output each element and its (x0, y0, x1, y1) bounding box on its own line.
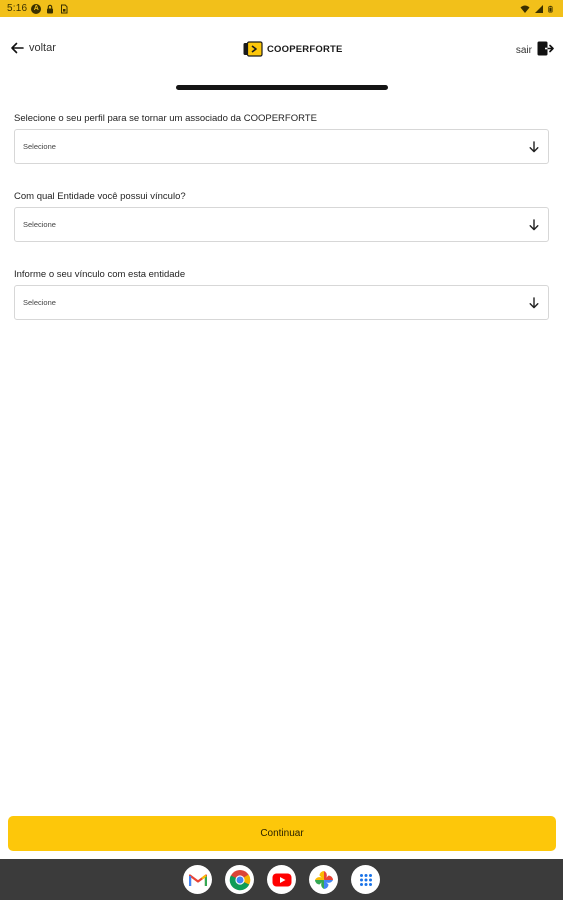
status-bar-left: 5:16 A (7, 3, 69, 14)
back-button[interactable]: voltar (10, 42, 56, 54)
youtube-icon[interactable] (267, 865, 296, 894)
continue-button[interactable]: Continuar (8, 816, 556, 851)
bond-field-label: Informe o seu vínculo com esta entidade (14, 269, 186, 280)
lock-icon (47, 4, 54, 13)
photos-icon[interactable] (309, 865, 338, 894)
grid-dots-icon (359, 873, 372, 886)
logo-text: COOPERFORTE (267, 43, 343, 55)
sim-card-icon (61, 4, 68, 13)
profile-field-label: Selecione o seu perfil para se tornar um… (14, 113, 317, 124)
chrome-icon[interactable] (225, 865, 254, 894)
entity-field-label: Com qual Entidade você possui vínculo? (14, 191, 186, 202)
entity-select[interactable]: Selecione (14, 207, 549, 242)
cooperforte-logo: COOPERFORTE (243, 41, 343, 57)
status-bar-right (520, 4, 555, 14)
logo-mark-icon (243, 41, 263, 57)
profile-select[interactable]: Selecione (14, 129, 549, 164)
header-divider (176, 85, 388, 90)
chrome-glyph-icon (229, 869, 250, 890)
status-bar: 5:16 A (0, 0, 563, 17)
logout-icon (537, 41, 554, 56)
arrow-down-icon (529, 140, 539, 152)
status-time: 5:16 (7, 3, 28, 14)
exit-label: sair (515, 44, 532, 56)
photos-glyph-icon (314, 870, 333, 889)
entity-select-value: Selecione (23, 220, 56, 229)
app-header: voltar COOPERFORTE sair (0, 32, 563, 68)
notification-badge-icon: A (31, 3, 42, 14)
gmail-glyph-icon (188, 873, 207, 886)
back-label: voltar (29, 42, 56, 54)
exit-button[interactable]: sair (516, 41, 554, 56)
arrow-down-icon (529, 296, 539, 308)
profile-select-value: Selecione (23, 142, 56, 151)
bond-select[interactable]: Selecione (14, 285, 549, 320)
battery-icon (548, 5, 553, 12)
arrow-left-icon (11, 42, 24, 54)
gmail-icon[interactable] (183, 865, 212, 894)
youtube-glyph-icon (272, 873, 291, 886)
wifi-icon (520, 5, 530, 13)
app-drawer-icon[interactable] (351, 865, 380, 894)
signal-icon (535, 4, 543, 13)
system-dock (0, 859, 563, 900)
bond-select-value: Selecione (23, 298, 56, 307)
arrow-down-icon (529, 218, 539, 230)
continue-label: Continuar (260, 828, 304, 839)
